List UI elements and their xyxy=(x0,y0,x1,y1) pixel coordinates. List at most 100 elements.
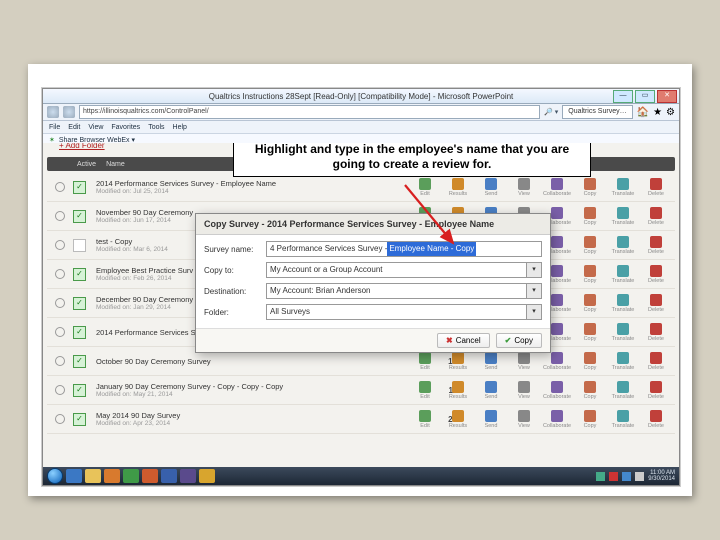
action-translate[interactable]: Translate xyxy=(610,381,636,400)
active-checkbox[interactable]: ✓ xyxy=(73,268,86,281)
action-collaborate[interactable]: Collaborate xyxy=(544,178,570,197)
action-results[interactable]: Results xyxy=(445,381,471,400)
survey-title[interactable]: December 90 Day CeremonyModified on: Jan… xyxy=(96,295,193,311)
active-checkbox[interactable]: ✓ xyxy=(73,181,86,194)
row-radio[interactable] xyxy=(55,298,65,308)
action-view[interactable]: View xyxy=(511,381,537,400)
action-send[interactable]: Send xyxy=(478,410,504,429)
action-view[interactable]: View xyxy=(511,352,537,371)
action-copy[interactable]: Copy xyxy=(577,294,603,313)
action-results[interactable]: Results xyxy=(445,352,471,371)
action-send[interactable]: Send xyxy=(478,352,504,371)
active-checkbox[interactable]: ✓ xyxy=(73,326,86,339)
active-checkbox[interactable]: ✓ xyxy=(73,355,86,368)
menu-file[interactable]: File xyxy=(49,124,60,131)
action-copy[interactable]: Copy xyxy=(577,265,603,284)
destination-select[interactable]: My Account: Brian Anderson▾ xyxy=(266,283,542,299)
tray-network-icon[interactable] xyxy=(622,472,631,481)
survey-title[interactable]: 2014 Performance Services Survey - Emplo… xyxy=(96,179,276,195)
forward-icon[interactable] xyxy=(63,106,75,118)
chevron-down-icon[interactable]: ▾ xyxy=(526,284,541,298)
taskbar-powerpoint-icon[interactable] xyxy=(142,469,158,483)
chevron-down-icon[interactable]: ▾ xyxy=(526,305,541,319)
taskbar-excel-icon[interactable] xyxy=(123,469,139,483)
tools-icon[interactable]: ⚙ xyxy=(666,107,675,118)
copy-to-select[interactable]: My Account or a Group Account▾ xyxy=(266,262,542,278)
row-radio[interactable] xyxy=(55,327,65,337)
table-row[interactable]: ✓May 2014 90 Day SurveyModified on: Apr … xyxy=(47,405,675,434)
action-copy[interactable]: Copy xyxy=(577,236,603,255)
taskbar-app-icon[interactable] xyxy=(180,469,196,483)
survey-title[interactable]: test - CopyModified on: Mar 6, 2014 xyxy=(96,237,168,253)
taskbar-explorer-icon[interactable] xyxy=(85,469,101,483)
action-view[interactable]: View xyxy=(511,410,537,429)
action-delete[interactable]: Delete xyxy=(643,294,669,313)
maximize-button[interactable]: ▭ xyxy=(635,90,655,103)
action-copy[interactable]: Copy xyxy=(577,207,603,226)
action-copy[interactable]: Copy xyxy=(577,178,603,197)
menu-help[interactable]: Help xyxy=(173,124,187,131)
action-collaborate[interactable]: Collaborate xyxy=(544,381,570,400)
favorites-icon[interactable]: ★ xyxy=(653,107,662,118)
action-translate[interactable]: Translate xyxy=(610,178,636,197)
survey-title[interactable]: Employee Best Practice SurvModified on: … xyxy=(96,266,193,282)
browser-tab[interactable]: Qualtrics Survey… xyxy=(562,105,632,119)
action-translate[interactable]: Translate xyxy=(610,236,636,255)
active-checkbox[interactable]: ✓ xyxy=(73,297,86,310)
action-results[interactable]: Results xyxy=(445,410,471,429)
header-name[interactable]: Name xyxy=(106,161,125,168)
menu-tools[interactable]: Tools xyxy=(148,124,164,131)
menu-view[interactable]: View xyxy=(88,124,103,131)
row-radio[interactable] xyxy=(55,385,65,395)
active-checkbox[interactable]: ✓ xyxy=(73,210,86,223)
action-delete[interactable]: Delete xyxy=(643,207,669,226)
start-button[interactable] xyxy=(47,468,63,484)
action-delete[interactable]: Delete xyxy=(643,265,669,284)
taskbar-word-icon[interactable] xyxy=(161,469,177,483)
row-radio[interactable] xyxy=(55,240,65,250)
action-view[interactable]: View xyxy=(511,178,537,197)
action-delete[interactable]: Delete xyxy=(643,410,669,429)
action-translate[interactable]: Translate xyxy=(610,207,636,226)
action-send[interactable]: Send xyxy=(478,381,504,400)
action-translate[interactable]: Translate xyxy=(610,265,636,284)
action-copy[interactable]: Copy xyxy=(577,352,603,371)
header-active[interactable]: Active xyxy=(77,161,96,168)
action-copy[interactable]: Copy xyxy=(577,323,603,342)
taskbar-outlook-icon[interactable] xyxy=(104,469,120,483)
action-delete[interactable]: Delete xyxy=(643,381,669,400)
home-icon[interactable]: 🏠 xyxy=(637,107,649,118)
table-row[interactable]: ✓ 2014 Performance Services Survey - Empl… xyxy=(47,173,675,202)
row-radio[interactable] xyxy=(55,269,65,279)
action-copy[interactable]: Copy xyxy=(577,410,603,429)
active-checkbox[interactable]: ✓ xyxy=(73,384,86,397)
tray-icon[interactable] xyxy=(609,472,618,481)
active-checkbox[interactable]: ✓ xyxy=(73,413,86,426)
action-translate[interactable]: Translate xyxy=(610,352,636,371)
back-icon[interactable] xyxy=(47,106,59,118)
row-radio[interactable] xyxy=(55,414,65,424)
action-edit[interactable]: Edit xyxy=(412,410,438,429)
add-folder-link[interactable]: + Add Folder xyxy=(59,143,105,150)
copy-button[interactable]: ✔Copy xyxy=(496,333,542,348)
survey-title[interactable]: January 90 Day Ceremony Survey - Copy - … xyxy=(96,382,283,398)
row-radio[interactable] xyxy=(55,356,65,366)
survey-title[interactable]: 2014 Performance Services S xyxy=(96,328,196,337)
taskbar-clock[interactable]: 11:00 AM 9/30/2014 xyxy=(648,470,675,483)
table-row[interactable]: ✓ January 90 Day Ceremony Survey - Copy -… xyxy=(47,376,675,405)
taskbar-notes-icon[interactable] xyxy=(199,469,215,483)
action-translate[interactable]: Translate xyxy=(610,323,636,342)
row-radio[interactable] xyxy=(55,182,65,192)
search-dropdown-icon[interactable]: 🔎 ▾ xyxy=(544,108,558,116)
action-delete[interactable]: Delete xyxy=(643,178,669,197)
folder-select[interactable]: All Surveys▾ xyxy=(266,304,542,320)
survey-title[interactable]: November 90 Day CeremonyModified on: Jun… xyxy=(96,208,193,224)
tray-volume-icon[interactable] xyxy=(635,472,644,481)
action-delete[interactable]: Delete xyxy=(643,323,669,342)
action-send[interactable]: Send xyxy=(478,178,504,197)
action-delete[interactable]: Delete xyxy=(643,352,669,371)
action-translate[interactable]: Translate xyxy=(610,410,636,429)
chevron-down-icon[interactable]: ▾ xyxy=(526,263,541,277)
menu-edit[interactable]: Edit xyxy=(68,124,80,131)
action-edit[interactable]: Edit xyxy=(412,352,438,371)
